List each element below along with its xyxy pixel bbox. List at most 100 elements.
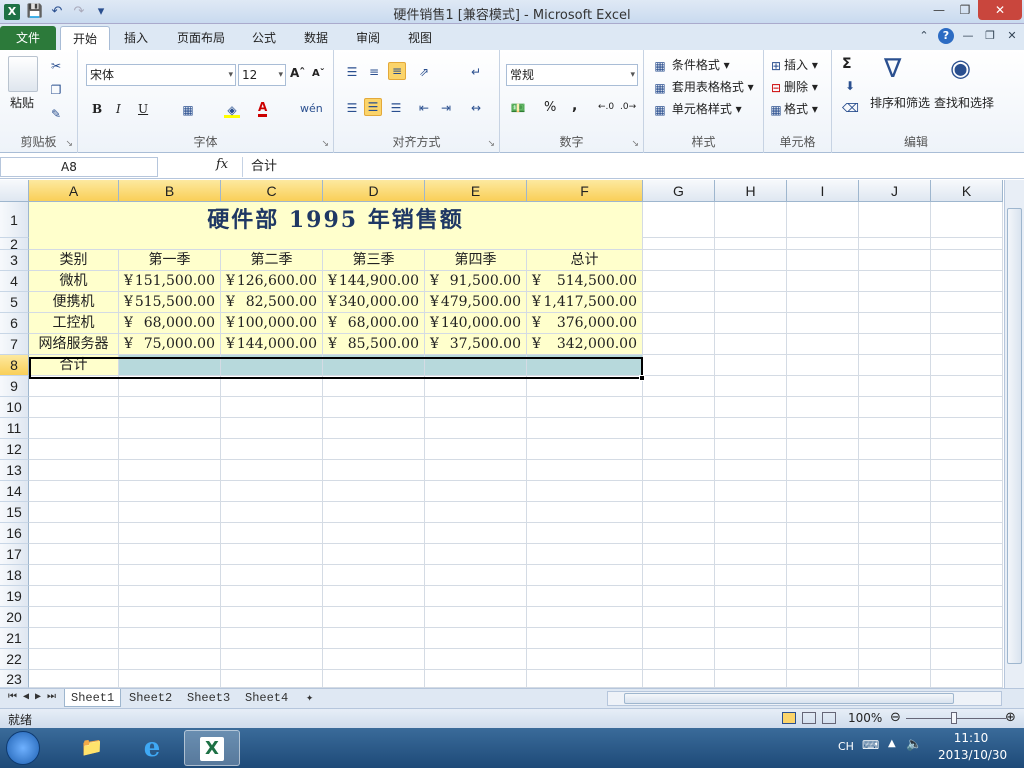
tray-expand-icon[interactable]: ▲	[888, 738, 896, 749]
grid-cell[interactable]	[787, 250, 859, 271]
sheet-nav-arrows-icon[interactable]: ⏮ ◀ ▶ ⏭	[2, 689, 62, 707]
phonetic-button[interactable]: wén	[300, 102, 323, 115]
sheet-title-cell[interactable]: 硬件部 1995 年销售额	[29, 202, 643, 238]
grid-cell[interactable]	[527, 607, 643, 628]
value-cell[interactable]: ¥68,000.00	[323, 313, 425, 334]
column-header-f[interactable]: F	[527, 180, 643, 202]
grid-cell[interactable]	[787, 607, 859, 628]
comma-button[interactable]: ,	[572, 98, 577, 114]
grid-cell[interactable]	[715, 502, 787, 523]
grid-cell[interactable]	[119, 544, 221, 565]
align-left-icon[interactable]: ☰	[344, 100, 360, 116]
font-launcher-icon[interactable]: ↘	[321, 139, 329, 149]
grid-cell[interactable]	[643, 544, 715, 565]
row2-cell[interactable]	[29, 238, 643, 250]
grid-cell[interactable]	[931, 250, 1003, 271]
grid-cell[interactable]	[425, 523, 527, 544]
grid-cell[interactable]	[787, 238, 859, 250]
font-name-select[interactable]: 宋体 ▾	[86, 64, 236, 86]
paste-icon[interactable]	[8, 56, 38, 92]
value-cell[interactable]: ¥75,000.00	[119, 334, 221, 355]
grid-cell[interactable]	[527, 418, 643, 439]
excel-taskbar-icon[interactable]: X	[184, 730, 240, 766]
column-header-j[interactable]: J	[859, 180, 931, 202]
header-cell[interactable]: 第一季	[119, 250, 221, 271]
alignment-launcher-icon[interactable]: ↘	[487, 139, 495, 149]
category-cell[interactable]: 网络服务器	[29, 334, 119, 355]
grid-cell[interactable]	[931, 628, 1003, 649]
value-cell[interactable]: ¥100,000.00	[221, 313, 323, 334]
column-header-g[interactable]: G	[643, 180, 715, 202]
insert-cells-button[interactable]: ⊞ 插入 ▾	[768, 56, 818, 74]
grid-cell[interactable]	[787, 670, 859, 688]
grid-cell[interactable]	[715, 271, 787, 292]
grid-cell[interactable]	[931, 607, 1003, 628]
grid-cell[interactable]	[527, 397, 643, 418]
grid-cell[interactable]	[643, 418, 715, 439]
clock-date[interactable]: 2013/10/30	[938, 748, 1007, 762]
start-button-icon[interactable]	[6, 731, 40, 765]
grid-cell[interactable]	[425, 649, 527, 670]
help-icon[interactable]: ?	[938, 28, 954, 44]
grid-cell[interactable]	[931, 202, 1003, 238]
tab-insert[interactable]: 插入	[116, 26, 156, 50]
grid-cell[interactable]	[323, 418, 425, 439]
grid-cell[interactable]	[527, 460, 643, 481]
grid-cell[interactable]	[715, 334, 787, 355]
italic-button[interactable]: I	[116, 102, 121, 116]
grow-font-icon[interactable]: Aˆ	[290, 66, 305, 80]
tab-home[interactable]: 开始	[60, 26, 110, 50]
value-cell[interactable]: ¥342,000.00	[527, 334, 643, 355]
workbook-restore-icon[interactable]: ❐	[982, 28, 998, 44]
grid-cell[interactable]	[119, 670, 221, 688]
zoom-slider-thumb[interactable]	[951, 712, 957, 724]
grid-cell[interactable]	[931, 238, 1003, 250]
grid-cell[interactable]	[425, 502, 527, 523]
row-header-3[interactable]: 3	[0, 250, 29, 271]
sheet-tab-sheet1[interactable]: Sheet1	[64, 689, 122, 707]
tab-formulas[interactable]: 公式	[244, 26, 284, 50]
grid-cell[interactable]	[221, 418, 323, 439]
grid-cell[interactable]	[527, 481, 643, 502]
grid-cell[interactable]	[931, 292, 1003, 313]
grid-cell[interactable]	[425, 481, 527, 502]
row-header-20[interactable]: 20	[0, 607, 29, 628]
grid-cell[interactable]	[221, 586, 323, 607]
grid-cell[interactable]	[859, 250, 931, 271]
close-icon[interactable]: ✕	[978, 0, 1022, 20]
workbook-minimize-icon[interactable]: —	[960, 28, 976, 44]
grid-cell[interactable]	[859, 502, 931, 523]
format-as-table-button[interactable]: ▦ 套用表格格式 ▾	[652, 78, 753, 96]
keyboard-icon[interactable]: ⌨	[862, 738, 879, 752]
number-format-select[interactable]: 常规 ▾	[506, 64, 638, 86]
restore-icon[interactable]: ❐	[952, 0, 978, 20]
grid-cell[interactable]	[715, 313, 787, 334]
row-header-22[interactable]: 22	[0, 649, 29, 670]
sheet-tab-sheet2[interactable]: Sheet2	[123, 689, 178, 707]
grid-cell[interactable]	[29, 670, 119, 688]
grid-cell[interactable]	[29, 502, 119, 523]
grid-cell[interactable]	[643, 292, 715, 313]
grid-cell[interactable]	[29, 418, 119, 439]
grid-cell[interactable]	[787, 334, 859, 355]
grid-cell[interactable]	[715, 397, 787, 418]
grid-cell[interactable]	[221, 481, 323, 502]
grid-cell[interactable]	[715, 607, 787, 628]
row-header-9[interactable]: 9	[0, 376, 29, 397]
grid-cell[interactable]	[29, 649, 119, 670]
align-middle-icon[interactable]: ≡	[366, 64, 382, 80]
grid-cell[interactable]	[29, 376, 119, 397]
grid-cell[interactable]	[787, 544, 859, 565]
fill-icon[interactable]: ⬇	[842, 78, 858, 94]
header-cell[interactable]: 总计	[527, 250, 643, 271]
grid-cell[interactable]	[859, 202, 931, 238]
grid-cell[interactable]	[715, 544, 787, 565]
grid-cell[interactable]	[715, 481, 787, 502]
row-header-21[interactable]: 21	[0, 628, 29, 649]
row-header-2[interactable]: 2	[0, 237, 29, 251]
grid-cell[interactable]	[931, 502, 1003, 523]
vertical-scroll-thumb[interactable]	[1007, 208, 1022, 664]
grid-cell[interactable]	[29, 439, 119, 460]
align-bottom-icon[interactable]: ≡	[389, 63, 405, 79]
page-break-view-icon[interactable]	[822, 712, 836, 724]
